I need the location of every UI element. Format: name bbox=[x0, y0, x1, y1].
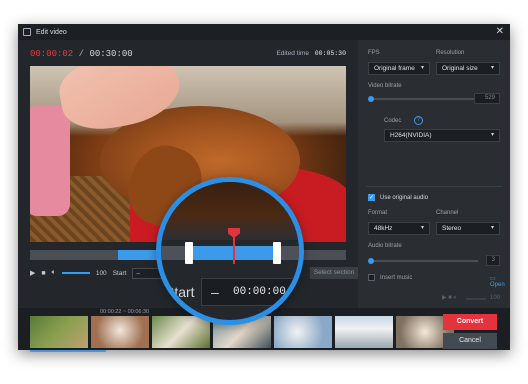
strip-scrollbar[interactable] bbox=[30, 350, 106, 352]
stop-icon[interactable]: ■ bbox=[41, 270, 45, 277]
resolution-label: Resolution bbox=[436, 50, 465, 56]
settings-panel: FPS Resolution Original frame ▾ Original … bbox=[358, 40, 510, 308]
volume-icon[interactable]: 🔈︎ bbox=[52, 269, 56, 277]
play-icon[interactable]: ▶ bbox=[30, 269, 35, 277]
video-bitrate-label: Video bitrate bbox=[368, 83, 402, 89]
select-section-button[interactable]: Select section bbox=[310, 267, 358, 279]
music-volume-slider[interactable] bbox=[466, 298, 486, 300]
current-time: 00:00:02 bbox=[30, 49, 74, 59]
thumbnail[interactable] bbox=[335, 316, 393, 348]
audio-bitrate-field[interactable]: 3 bbox=[486, 255, 500, 266]
audio-bitrate-slider[interactable] bbox=[368, 258, 478, 264]
insert-music-checkbox[interactable] bbox=[368, 274, 375, 281]
zoom-magnifier: Start – 00:00:00.00 bbox=[156, 177, 304, 325]
total-time: 00:30:00 bbox=[89, 49, 133, 59]
video-bitrate-field[interactable]: 529 bbox=[474, 93, 500, 104]
chevron-down-icon: ▾ bbox=[490, 65, 494, 71]
volume-slider[interactable] bbox=[61, 272, 90, 274]
timecode: 00:00:02 / 00:30:00 bbox=[30, 49, 133, 59]
codec-value: H264(NVIDIA) bbox=[390, 132, 432, 139]
close-icon[interactable]: ✕ bbox=[496, 26, 504, 37]
fps-select[interactable]: Original frame ▾ bbox=[368, 62, 430, 75]
magnified-dash: – bbox=[211, 284, 219, 300]
sleeve-image-part bbox=[30, 106, 70, 216]
open-folder-link[interactable]: ▭ Open bbox=[490, 275, 510, 288]
use-original-audio-label: Use original audio bbox=[380, 195, 429, 201]
divider bbox=[366, 186, 502, 187]
format-value: 48kHz bbox=[374, 225, 393, 232]
fps-label: FPS bbox=[368, 50, 380, 56]
format-select[interactable]: 48kHz ▾ bbox=[368, 222, 430, 235]
channel-value: Stereo bbox=[442, 225, 462, 232]
thumbnail[interactable] bbox=[274, 316, 332, 348]
channel-select[interactable]: Stereo ▾ bbox=[436, 222, 500, 235]
chevron-down-icon: ▾ bbox=[490, 225, 494, 231]
music-play-icon[interactable]: ▶ ■ 🔈︎ bbox=[442, 294, 457, 302]
chevron-down-icon: ▾ bbox=[420, 225, 424, 231]
range-start-handle[interactable] bbox=[185, 242, 193, 264]
help-icon[interactable]: ? bbox=[414, 116, 423, 125]
format-label: Format bbox=[368, 210, 388, 216]
chevron-down-icon: ▾ bbox=[490, 132, 494, 138]
strip-time-range: 00:00:22 ~ 00:06:30 bbox=[100, 309, 150, 315]
music-volume-value: 100 bbox=[490, 295, 501, 301]
time-separator: / bbox=[78, 49, 85, 59]
thumbnail[interactable] bbox=[30, 316, 88, 348]
video-bitrate-slider[interactable] bbox=[368, 96, 478, 102]
convert-button[interactable]: Convert bbox=[443, 314, 497, 330]
chevron-down-icon: ▾ bbox=[420, 65, 424, 71]
resolution-select[interactable]: Original size ▾ bbox=[436, 62, 500, 75]
volume-value: 100 bbox=[95, 269, 107, 277]
thumbnail[interactable] bbox=[152, 316, 210, 348]
window-title: Edit video bbox=[36, 28, 67, 36]
use-original-audio-checkbox[interactable]: ✓ bbox=[368, 194, 375, 201]
magnified-time-value: 00:00:00.00 bbox=[233, 286, 304, 298]
magnified-start-label: Start bbox=[165, 284, 195, 300]
cancel-button[interactable]: Cancel bbox=[443, 333, 497, 349]
codec-select[interactable]: H264(NVIDIA) ▾ bbox=[384, 129, 500, 142]
fps-value: Original frame bbox=[374, 65, 415, 72]
app-icon bbox=[23, 28, 31, 36]
title-bar: Edit video ✕ bbox=[18, 24, 510, 40]
open-label: Open bbox=[490, 282, 505, 288]
resolution-value: Original size bbox=[442, 65, 478, 72]
audio-bitrate-label: Audio bitrate bbox=[368, 243, 402, 249]
edited-time: Edited time 00:05:30 bbox=[276, 50, 346, 57]
slider-knob[interactable] bbox=[368, 258, 374, 264]
codec-label: Codec bbox=[384, 118, 402, 124]
start-label: Start bbox=[112, 269, 127, 277]
insert-music-label: Insert music bbox=[380, 275, 413, 281]
edited-time-value: 00:05:30 bbox=[314, 50, 346, 57]
slider-knob[interactable] bbox=[368, 96, 374, 102]
range-end-handle[interactable] bbox=[273, 242, 281, 264]
channel-label: Channel bbox=[436, 210, 459, 216]
edited-time-label: Edited time bbox=[276, 50, 309, 57]
thumbnail[interactable] bbox=[91, 316, 149, 348]
